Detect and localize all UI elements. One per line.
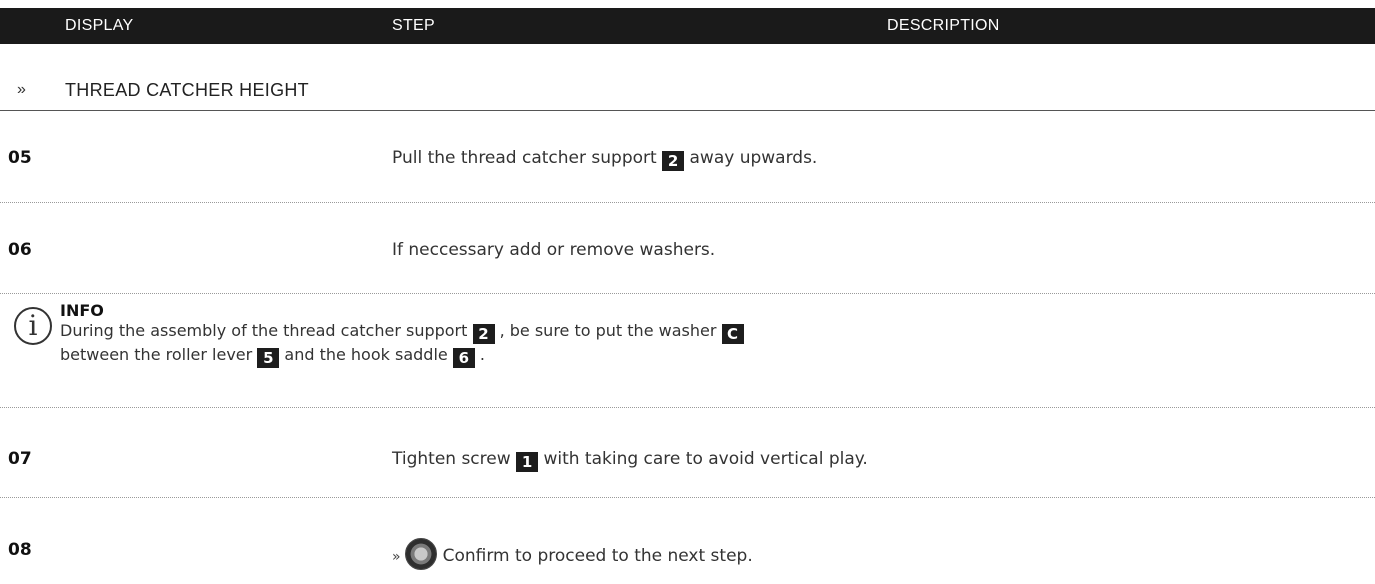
step-08-label: Confirm to proceed to the next step. bbox=[442, 546, 753, 566]
info-text: During the assembly of the thread catche… bbox=[60, 321, 473, 340]
row-divider bbox=[0, 202, 1375, 203]
callout-badge-c: C bbox=[721, 324, 744, 344]
step-number-06: 06 bbox=[8, 240, 32, 260]
step-05-text-after: away upwards. bbox=[684, 148, 818, 168]
step-08-arrow: » bbox=[392, 549, 401, 565]
step-number-08: 08 bbox=[8, 540, 32, 560]
step-08-text: » Confirm to proceed to the next step. bbox=[392, 538, 753, 570]
column-header-display: DISPLAY bbox=[65, 17, 134, 34]
callout-badge-6: 6 bbox=[452, 348, 475, 368]
step-07-text: Tighten screw 1 with taking care to avoi… bbox=[392, 449, 868, 472]
info-line-2: between the roller lever 5 and the hook … bbox=[60, 345, 485, 368]
callout-badge-5: 5 bbox=[257, 348, 280, 368]
row-divider bbox=[0, 407, 1375, 408]
step-05-text-before: Pull the thread catcher support bbox=[392, 148, 663, 168]
row-divider bbox=[0, 293, 1375, 294]
info-line-1: During the assembly of the thread catche… bbox=[60, 321, 744, 344]
section-title: THREAD CATCHER HEIGHT bbox=[65, 80, 309, 100]
step-07-text-before: Tighten screw bbox=[392, 449, 517, 469]
info-text: and the hook saddle bbox=[279, 345, 453, 364]
step-05-text: Pull the thread catcher support 2 away u… bbox=[392, 148, 817, 171]
row-divider bbox=[0, 497, 1375, 498]
info-title: INFO bbox=[60, 301, 104, 320]
callout-badge-2: 2 bbox=[662, 151, 685, 171]
section-arrow: » bbox=[17, 81, 26, 98]
info-text: , be sure to put the washer bbox=[494, 321, 722, 340]
section-heading: » THREAD CATCHER HEIGHT bbox=[0, 78, 1375, 111]
step-number-05: 05 bbox=[8, 148, 32, 168]
info-text: between the roller lever bbox=[60, 345, 258, 364]
column-header-description: DESCRIPTION bbox=[887, 17, 1000, 34]
table-header: DISPLAY STEP DESCRIPTION bbox=[0, 8, 1375, 44]
info-icon-glyph: i bbox=[28, 309, 38, 342]
callout-badge-1: 1 bbox=[516, 452, 539, 472]
column-header-step: STEP bbox=[392, 17, 435, 34]
step-06-text: If neccessary add or remove washers. bbox=[392, 240, 716, 260]
callout-badge-2: 2 bbox=[472, 324, 495, 344]
confirm-knob-icon[interactable] bbox=[404, 538, 437, 570]
info-text: . bbox=[474, 345, 485, 364]
step-number-07: 07 bbox=[8, 449, 32, 469]
step-07-text-after: with taking care to avoid vertical play. bbox=[538, 449, 868, 469]
info-icon: i bbox=[14, 307, 52, 345]
